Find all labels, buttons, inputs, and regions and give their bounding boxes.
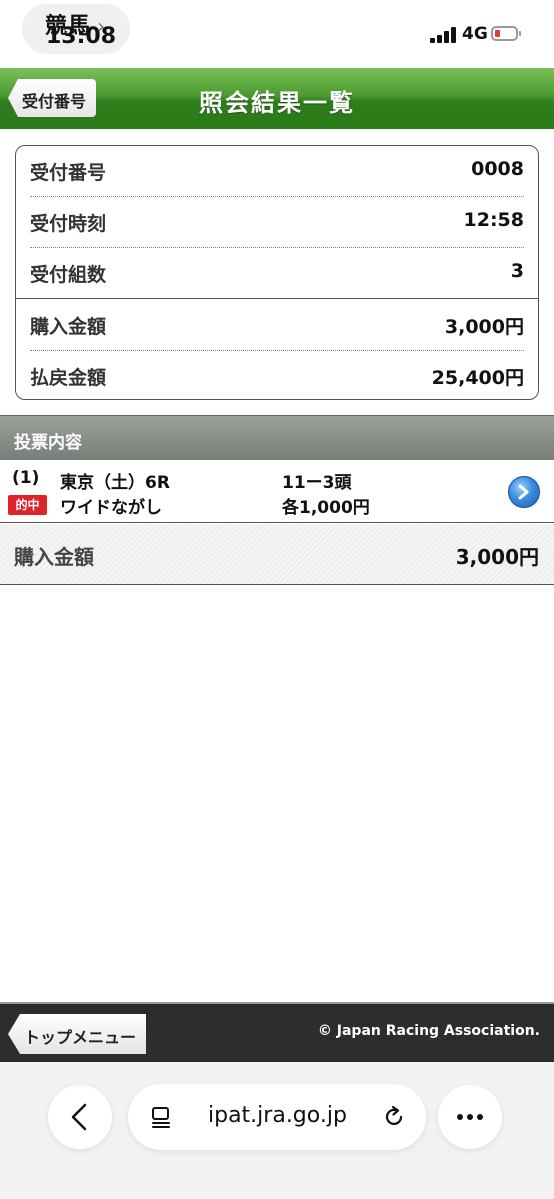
summary-card: 受付番号 0008 受付時刻 12:58 受付組数 3 購入金額 3,000円 … [15, 145, 539, 400]
more-button[interactable] [438, 1085, 502, 1149]
summary-row-reception-number: 受付番号 0008 [30, 146, 524, 196]
more-icon [457, 1114, 483, 1120]
status-bar: 競馬 › 13:08 4G [0, 0, 554, 66]
summary-label: 受付時刻 [30, 213, 107, 235]
network-type: 4G [462, 24, 488, 44]
reload-icon[interactable] [381, 1104, 407, 1130]
bet-list-item[interactable]: (1) 東京（土）6R 11ー3頭 的中 ワイドながし 各1,000円 [0, 460, 554, 523]
summary-row-payout-amount: 払戻金額 25,400円 [30, 351, 524, 401]
battery-icon [491, 26, 521, 41]
summary-value: 3,000円 [444, 316, 524, 338]
summary-row-purchase-amount: 購入金額 3,000円 [30, 300, 524, 350]
bet-type: ワイドながし [60, 498, 162, 518]
page-header: 受付番号 照会結果一覧 [0, 68, 554, 129]
footer-bar: トップメニュー © Japan Racing Association. [0, 1002, 554, 1062]
summary-value: 3 [510, 260, 524, 282]
detail-arrow-button[interactable] [508, 476, 540, 508]
page-icon [152, 1107, 170, 1128]
section-header: 投票内容 [0, 415, 554, 461]
summary-row-set-count: 受付組数 3 [30, 248, 524, 298]
summary-value: 12:58 [463, 209, 524, 231]
bet-number: (1) [12, 468, 40, 488]
total-value: 3,000円 [455, 545, 539, 569]
summary-label: 払戻金額 [30, 367, 107, 389]
clock: 13:08 [46, 24, 117, 49]
summary-label: 受付組数 [30, 264, 107, 286]
bet-race: 東京（土）6R [60, 473, 170, 493]
top-menu-button[interactable]: トップメニュー [8, 1014, 146, 1054]
summary-value: 25,400円 [431, 367, 524, 389]
summary-value: 0008 [471, 158, 524, 180]
back-icon [71, 1103, 87, 1131]
top-menu-label: トップメニュー [24, 1028, 137, 1047]
url-text: ipat.jra.go.jp [208, 1103, 347, 1128]
page-title: 照会結果一覧 [199, 89, 355, 117]
copyright: © Japan Racing Association. [317, 1023, 540, 1039]
bet-combination: 11ー3頭 [282, 473, 352, 493]
summary-label: 受付番号 [30, 162, 107, 184]
browser-toolbar: ipat.jra.go.jp [0, 1062, 554, 1199]
divider [16, 298, 538, 299]
total-label: 購入金額 [14, 545, 94, 569]
section-title: 投票内容 [14, 433, 82, 453]
signal-icon [430, 27, 458, 43]
chevron-right-icon [518, 484, 529, 500]
browser-back-button[interactable] [48, 1085, 112, 1149]
bet-amount: 各1,000円 [282, 498, 370, 518]
total-row: 購入金額 3,000円 [0, 524, 554, 585]
summary-label: 購入金額 [30, 316, 107, 338]
summary-row-reception-time: 受付時刻 12:58 [30, 197, 524, 247]
hit-badge: 的中 [8, 495, 47, 515]
address-bar[interactable]: ipat.jra.go.jp [128, 1084, 426, 1150]
